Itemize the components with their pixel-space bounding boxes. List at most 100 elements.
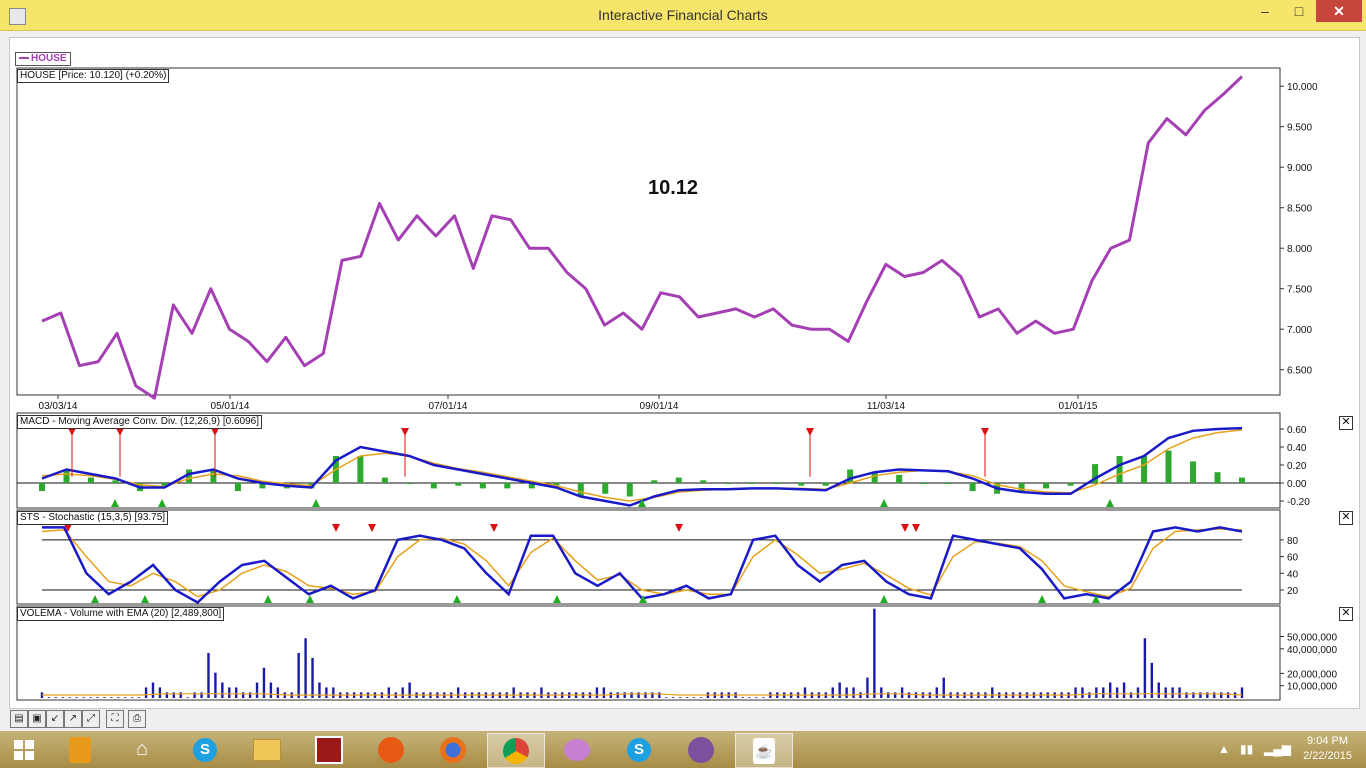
skype-icon[interactable]: S bbox=[177, 733, 233, 766]
volume-bar bbox=[1178, 687, 1181, 698]
volume-bar bbox=[241, 692, 245, 698]
volume-panel-label: VOLEMA - Volume with EMA (20) [2,489,800… bbox=[17, 607, 225, 621]
notes-app-icon[interactable] bbox=[52, 733, 108, 766]
home-icon[interactable]: ⌂ bbox=[114, 733, 170, 766]
volume-bar bbox=[859, 692, 862, 698]
price-tick-label: 7.000 bbox=[1287, 325, 1312, 336]
volume-bar bbox=[110, 697, 113, 698]
volume-bar bbox=[1143, 638, 1147, 698]
volume-bar bbox=[186, 697, 189, 698]
date-tick-label: 07/01/14 bbox=[429, 401, 468, 412]
date-tick-label: 01/01/15 bbox=[1059, 401, 1098, 412]
volume-bar bbox=[151, 682, 155, 698]
sts-panel-label: STS - Stochastic (15,3,5) [93.75] bbox=[17, 511, 169, 525]
volume-bar bbox=[845, 687, 848, 698]
macd-histogram-bar bbox=[234, 483, 241, 492]
volume-bar bbox=[130, 697, 134, 698]
current-price-display: 10.12 bbox=[648, 177, 699, 199]
volume-bar bbox=[61, 697, 65, 698]
chrome-icon[interactable] bbox=[487, 733, 545, 768]
macd-tick-label: 0.60 bbox=[1287, 425, 1307, 436]
volume-bar bbox=[1109, 682, 1112, 698]
show-hidden-icons-icon[interactable]: ▲ bbox=[1218, 742, 1230, 756]
java-icon[interactable]: ☕ bbox=[735, 733, 793, 768]
volume-bar bbox=[616, 692, 619, 698]
macd-histogram-bar bbox=[798, 483, 805, 486]
volume-bar bbox=[630, 692, 633, 698]
volume-bar bbox=[907, 692, 911, 698]
firefox-icon[interactable] bbox=[425, 733, 481, 766]
volume-bar bbox=[1157, 682, 1160, 698]
volume-bar bbox=[68, 697, 71, 698]
macd-histogram-bar bbox=[1067, 483, 1074, 486]
volume-bar bbox=[144, 687, 148, 698]
skype-2-icon[interactable]: S bbox=[611, 733, 667, 766]
volume-bar bbox=[803, 687, 807, 698]
volume-bar bbox=[1081, 687, 1084, 698]
volume-bar bbox=[692, 697, 696, 698]
macd-panel-label: MACD - Moving Average Conv. Div. (12,26,… bbox=[17, 415, 262, 429]
volume-bar bbox=[893, 692, 897, 698]
save-icon[interactable]: ▣ bbox=[28, 710, 46, 728]
volume-bar bbox=[387, 687, 391, 698]
zoom-fit-icon[interactable]: ⤢ bbox=[82, 710, 100, 728]
volume-tick-label: 10,000,000 bbox=[1287, 682, 1337, 693]
volume-bar bbox=[89, 697, 92, 698]
volume-bar bbox=[873, 608, 876, 698]
hand-app-icon[interactable] bbox=[363, 733, 419, 766]
grid-app-icon[interactable] bbox=[301, 733, 357, 766]
volume-bar bbox=[456, 687, 460, 698]
volume-bar bbox=[685, 697, 689, 698]
price-panel-label: HOUSE [Price: 10.120] (+0.20%) bbox=[17, 69, 170, 83]
legend: HOUSE bbox=[15, 52, 71, 66]
volume-bar bbox=[47, 697, 51, 698]
volume-bar bbox=[595, 687, 599, 698]
macd-histogram-bar bbox=[504, 483, 511, 489]
start-windows-icon[interactable] bbox=[0, 733, 48, 766]
volume-bar bbox=[1226, 692, 1230, 698]
volume-bar bbox=[1206, 692, 1209, 698]
macd-tick-label: -0.20 bbox=[1287, 497, 1310, 508]
application-window: Interactive Financial Charts – □ ✕ 10.00… bbox=[0, 0, 1366, 731]
price-tick-label: 6.500 bbox=[1287, 366, 1312, 377]
volume-bar bbox=[325, 687, 328, 698]
export-icon[interactable]: ↙ bbox=[46, 710, 64, 728]
signal-icon[interactable]: ▂▄▆ bbox=[1264, 742, 1291, 756]
messenger-icon[interactable] bbox=[549, 733, 605, 766]
volume-bar bbox=[665, 697, 668, 698]
macd-histogram-bar bbox=[626, 483, 633, 497]
volume-bar bbox=[678, 697, 682, 698]
macd-histogram-bar bbox=[479, 483, 486, 489]
volume-bar bbox=[852, 687, 855, 698]
volume-bar bbox=[887, 692, 890, 698]
volume-bar bbox=[276, 687, 280, 698]
file-explorer-icon[interactable] bbox=[239, 733, 295, 766]
volume-bar bbox=[1074, 687, 1077, 698]
system-clock[interactable]: 9:04 PM 2/22/2015 bbox=[1303, 734, 1352, 764]
volume-bar bbox=[172, 692, 175, 698]
sts-tick-label: 80 bbox=[1287, 536, 1299, 547]
fullscreen-icon[interactable]: ⛶ bbox=[106, 710, 124, 728]
volume-close-button[interactable]: ✕ bbox=[1339, 607, 1353, 621]
volume-bar bbox=[200, 692, 203, 698]
macd-histogram-bar bbox=[430, 483, 437, 489]
sts-close-button[interactable]: ✕ bbox=[1339, 511, 1353, 525]
volume-bar bbox=[179, 692, 182, 698]
chart-canvas[interactable]: 10.000 9.500 9.000 8.500 8.000 7.500 7.000 6.50… bbox=[0, 0, 1366, 731]
expand-icon[interactable]: ↗ bbox=[64, 710, 82, 728]
network-icon[interactable]: ▮▮ bbox=[1240, 742, 1253, 756]
volume-bar bbox=[311, 657, 314, 698]
volume-bar bbox=[96, 697, 99, 698]
viber-icon[interactable] bbox=[673, 733, 729, 766]
open-icon[interactable]: ▤ bbox=[10, 710, 28, 728]
volume-bar bbox=[672, 697, 675, 698]
volume-tick-label: 20,000,000 bbox=[1287, 669, 1337, 680]
macd-tick-label: 0.00 bbox=[1287, 479, 1307, 490]
volume-bar bbox=[1164, 687, 1167, 698]
macd-close-button[interactable]: ✕ bbox=[1339, 416, 1353, 430]
print-icon[interactable]: ⎙ bbox=[128, 710, 146, 728]
clock-time: 9:04 PM bbox=[1307, 735, 1349, 747]
volume-bar bbox=[401, 687, 404, 698]
volume-bar bbox=[124, 697, 127, 698]
macd-histogram-bar bbox=[700, 480, 707, 483]
